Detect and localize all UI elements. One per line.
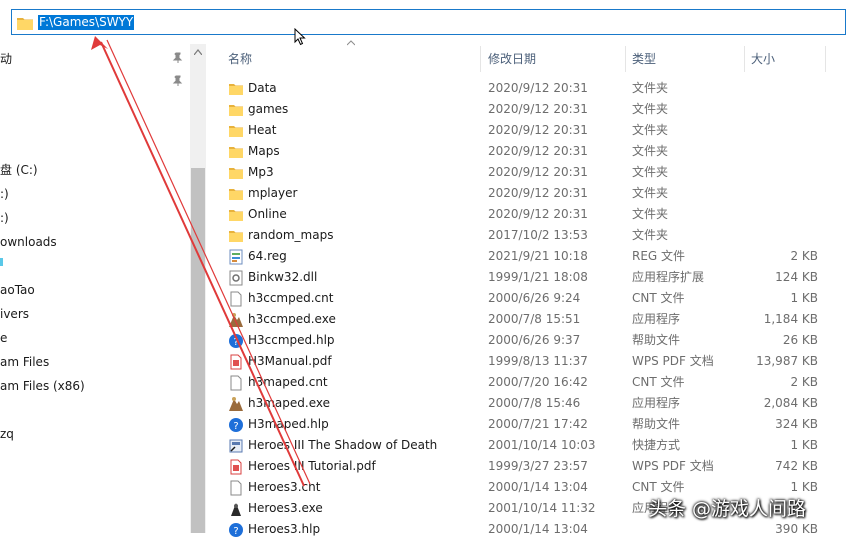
watermark: 头条 @游戏人间路: [648, 498, 807, 520]
annotation-arrow: [91, 36, 311, 487]
